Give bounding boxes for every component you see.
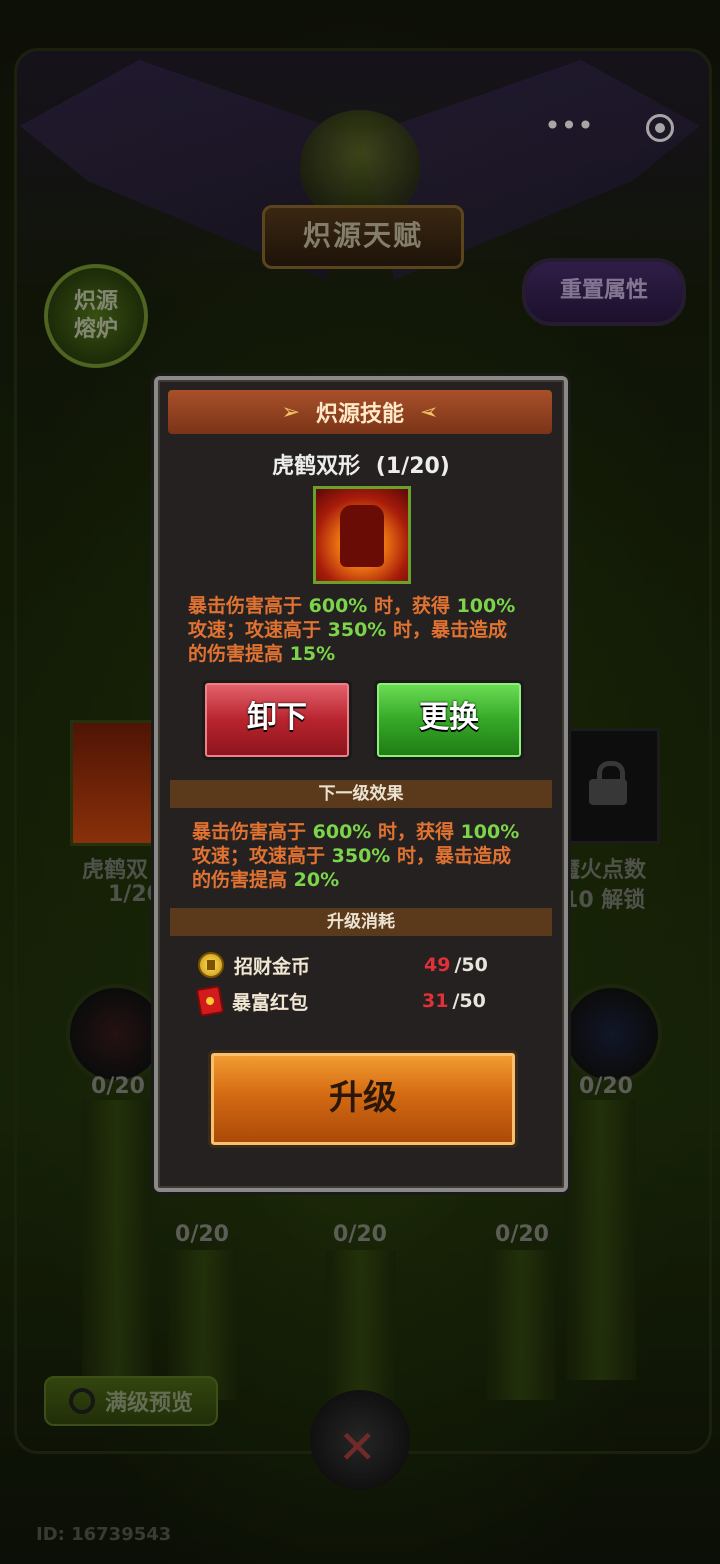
replace-button[interactable]: 更换 (374, 680, 524, 760)
flaming-fist-skill-icon (313, 486, 411, 584)
red-envelope-icon (195, 985, 225, 1017)
unequip-button[interactable]: 卸下 (202, 680, 352, 760)
skill-name-line: 虎鹤双形 (1/20) (158, 448, 564, 480)
cost-label: 暴富红包 (232, 991, 309, 1014)
next-effect-text: 暴击伤害高于 600% 时，获得 100% 攻速；攻速高于 350% 时，暴击造… (192, 821, 520, 891)
skill-level: (1/20) (375, 454, 450, 479)
next-level-header: 下一级效果 (170, 780, 552, 808)
cost-row-red-envelope: 暴富红包 31 /50 (195, 985, 498, 1017)
cost-need: /50 (452, 990, 486, 1012)
upgrade-button[interactable]: 升级 (208, 1050, 518, 1148)
cost-have: 31 (422, 990, 449, 1012)
cost-have: 49 (424, 954, 451, 976)
skill-name: 虎鹤双形 (272, 454, 361, 479)
dialog-header: ➢ 炽源技能 ➢ (168, 390, 552, 434)
arrow-left-icon: ➢ (420, 399, 439, 425)
dialog-title: 炽源技能 (315, 402, 404, 427)
cost-row-gold: 招财金币 49 /50 (198, 950, 498, 980)
arrow-right-icon: ➢ (281, 399, 300, 425)
cost-need: /50 (454, 954, 488, 976)
gold-coin-icon (198, 952, 224, 978)
skill-dialog: ➢ 炽源技能 ➢ 虎鹤双形 (1/20) 暴击伤害高于 600% 时，获得 10… (154, 376, 568, 1192)
current-effect-text: 暴击伤害高于 600% 时，获得 100% 攻速；攻速高于 350% 时，暴击造… (188, 595, 516, 665)
upgrade-cost-header: 升级消耗 (170, 908, 552, 936)
cost-label: 招财金币 (234, 955, 311, 978)
